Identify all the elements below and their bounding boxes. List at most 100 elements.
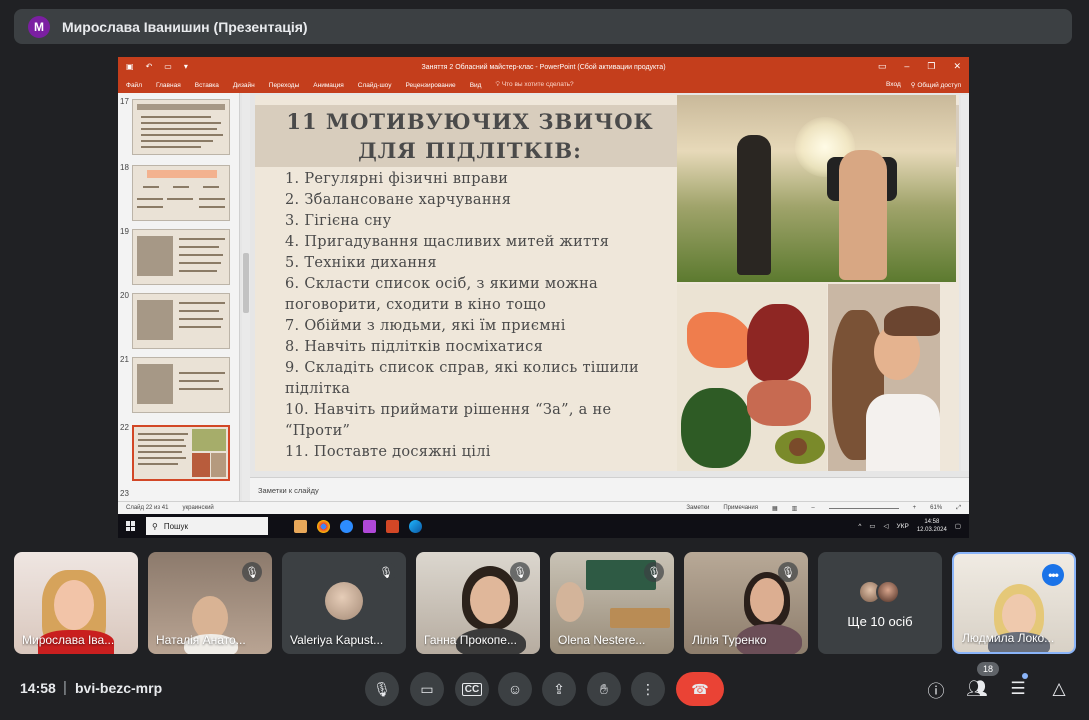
tell-me-box[interactable]: 💡︎ Что вы хотите сделать? (495, 81, 573, 89)
participant-tile[interactable]: ••• Людмила Локо... (952, 552, 1076, 654)
ribbon-options-icon[interactable]: ▭ (878, 61, 887, 72)
volume-icon[interactable]: ◁ (884, 522, 889, 530)
present-button[interactable]: ⇪ (542, 672, 576, 706)
windows-taskbar: ⚲ Пошук ^ ▭ ◁ УКР 14:58 12.03.2024 ▢ (118, 514, 969, 538)
customize-icon[interactable]: ▾ (184, 62, 188, 71)
view-sorter-icon[interactable]: ▥ (792, 505, 798, 512)
list-item: 8. Навчіть підлітків посміхатися (285, 339, 544, 355)
edge-icon[interactable] (409, 519, 422, 533)
chat-notification-dot (1022, 673, 1028, 679)
slideshow-icon[interactable]: ▭ (164, 62, 172, 71)
powerpoint-icon[interactable] (386, 519, 399, 533)
notes-toggle[interactable]: Заметки (686, 505, 709, 511)
separator: | (63, 679, 67, 696)
participant-tile[interactable]: 🎙︎ Лілія Туренко (684, 552, 808, 654)
tab-review[interactable]: Рецензирование (405, 82, 455, 89)
camera-icon: ▭ (420, 680, 434, 697)
close-icon[interactable]: ✕ (953, 61, 961, 72)
zoom-out-icon[interactable]: – (811, 505, 814, 511)
chrome-icon[interactable] (317, 519, 330, 533)
activities-icon: △ (1052, 679, 1066, 698)
reactions-button[interactable]: ☺ (498, 672, 532, 706)
slide-thumb-current (132, 425, 230, 481)
mic-off-icon: 🎙︎ (644, 562, 664, 582)
undo-icon[interactable]: ↶ (146, 62, 153, 71)
camera-button[interactable]: ▭ (410, 672, 444, 706)
fit-slide-icon[interactable]: ⤢ (956, 505, 961, 512)
tray-chevron-icon[interactable]: ^ (858, 523, 861, 530)
mic-off-icon: 🎙︎ (510, 562, 530, 582)
taskbar-search[interactable]: ⚲ Пошук (146, 517, 268, 535)
zoom-in-icon[interactable]: + (913, 505, 917, 511)
slide-thumb (132, 229, 230, 285)
participant-tiles: Мирослава Іва... 🎙︎ Наталія Анато... 🎙︎ … (14, 552, 1076, 654)
list-item: 5. Техніки дихання (285, 255, 437, 271)
window-controls: ▭ – ❐ ✕ (878, 61, 961, 72)
notes-pane[interactable]: Заметки к слайду (250, 477, 969, 501)
zoom-app-icon[interactable] (340, 519, 353, 533)
microphone-button[interactable]: 🎙︎ (365, 672, 399, 706)
captions-button[interactable]: CC (455, 672, 489, 706)
comments-toggle[interactable]: Примечания (723, 505, 758, 511)
participant-avatar (876, 580, 900, 604)
tab-transitions[interactable]: Переходы (269, 82, 300, 89)
thumbnails-scrollbar[interactable] (242, 93, 250, 501)
participant-tile[interactable]: Мирослава Іва... (14, 552, 138, 654)
maximize-icon[interactable]: ❐ (927, 61, 935, 72)
hang-up-icon: ☎︎ (691, 680, 709, 697)
list-item: 7. Обійми з людьми, які їм приємні (285, 318, 566, 334)
quick-access-toolbar: ▣ ↶ ▭ ▾ (126, 62, 188, 71)
participant-tile[interactable]: 🎙︎ Valeriya Kapust... (282, 552, 406, 654)
current-slide[interactable]: 11 МОТИВУЮЧИХ ЗВИЧОК ДЛЯ ПІДЛІТКІВ: 1. Р… (255, 95, 959, 471)
activities-button[interactable]: △ (1046, 676, 1072, 702)
others-tile[interactable]: Ще 10 осіб (818, 552, 942, 654)
participant-tile[interactable]: 🎙︎ Olena Nestere... (550, 552, 674, 654)
list-item: 1. Регулярні фізичні вправи (285, 171, 509, 187)
keyboard-lang[interactable]: УКР (897, 523, 909, 530)
zoom-level[interactable]: 61% (930, 505, 942, 511)
meeting-info-button[interactable]: ⓘ (923, 676, 949, 702)
view-normal-icon[interactable]: ▦ (772, 505, 778, 512)
participant-name: Ганна Прокопе... (424, 633, 517, 647)
chat-button[interactable]: ☰ (1005, 676, 1031, 702)
hug-photo (828, 284, 940, 471)
zoom-slider[interactable] (828, 507, 899, 509)
leave-call-button[interactable]: ☎︎ (676, 672, 724, 706)
network-icon[interactable]: ▭ (869, 522, 875, 530)
tab-insert[interactable]: Вставка (195, 82, 219, 89)
language-indicator[interactable]: украинский (182, 505, 213, 511)
captions-icon: CC (461, 682, 483, 696)
save-icon[interactable]: ▣ (126, 62, 134, 71)
slide-title: 11 МОТИВУЮЧИХ ЗВИЧОК ДЛЯ ПІДЛІТКІВ: (286, 109, 654, 163)
people-button[interactable]: 👥︎ (964, 676, 990, 702)
raise-hand-button[interactable]: ✋︎ (587, 672, 621, 706)
share-button[interactable]: ⚲ Общий доступ (911, 81, 961, 89)
tab-design[interactable]: Дизайн (233, 82, 255, 89)
participant-name: Людмила Локо... (962, 631, 1055, 645)
slide-thumb (132, 293, 230, 349)
tab-home[interactable]: Главная (156, 82, 181, 89)
sign-in-link[interactable]: Вход (886, 81, 901, 89)
participant-name: Наталія Анато... (156, 633, 246, 647)
presenter-avatar: M (28, 15, 50, 38)
taskbar-clock[interactable]: 14:58 12.03.2024 (917, 518, 947, 534)
more-options-button[interactable]: ⋮ (631, 672, 665, 706)
participant-tile[interactable]: 🎙︎ Наталія Анато... (148, 552, 272, 654)
tab-view[interactable]: Вид (470, 82, 482, 89)
participant-name: Мирослава Іва... (22, 633, 115, 647)
list-item: 6. Скласти список осіб, з якими можна по… (285, 276, 598, 313)
notifications-icon[interactable]: ▢ (955, 522, 961, 530)
system-tray: ^ ▭ ◁ УКР 14:58 12.03.2024 ▢ (858, 518, 969, 534)
participant-tile[interactable]: 🎙︎ Ганна Прокопе... (416, 552, 540, 654)
mic-off-icon: 🎙︎ (242, 562, 262, 582)
viber-icon[interactable] (363, 519, 376, 533)
slide-scrollbar[interactable] (961, 95, 969, 471)
tab-file[interactable]: Файл (126, 82, 142, 89)
more-options-icon[interactable]: ••• (1042, 564, 1064, 586)
windows-start-icon[interactable] (126, 521, 136, 531)
tab-slideshow[interactable]: Слайд-шоу (358, 82, 392, 89)
tab-animations[interactable]: Анимация (313, 82, 344, 89)
powerpoint-statusbar: Слайд 22 из 41 украинский Заметки Примеч… (118, 501, 969, 514)
minimize-icon[interactable]: – (904, 61, 909, 72)
file-explorer-icon[interactable] (294, 519, 307, 533)
